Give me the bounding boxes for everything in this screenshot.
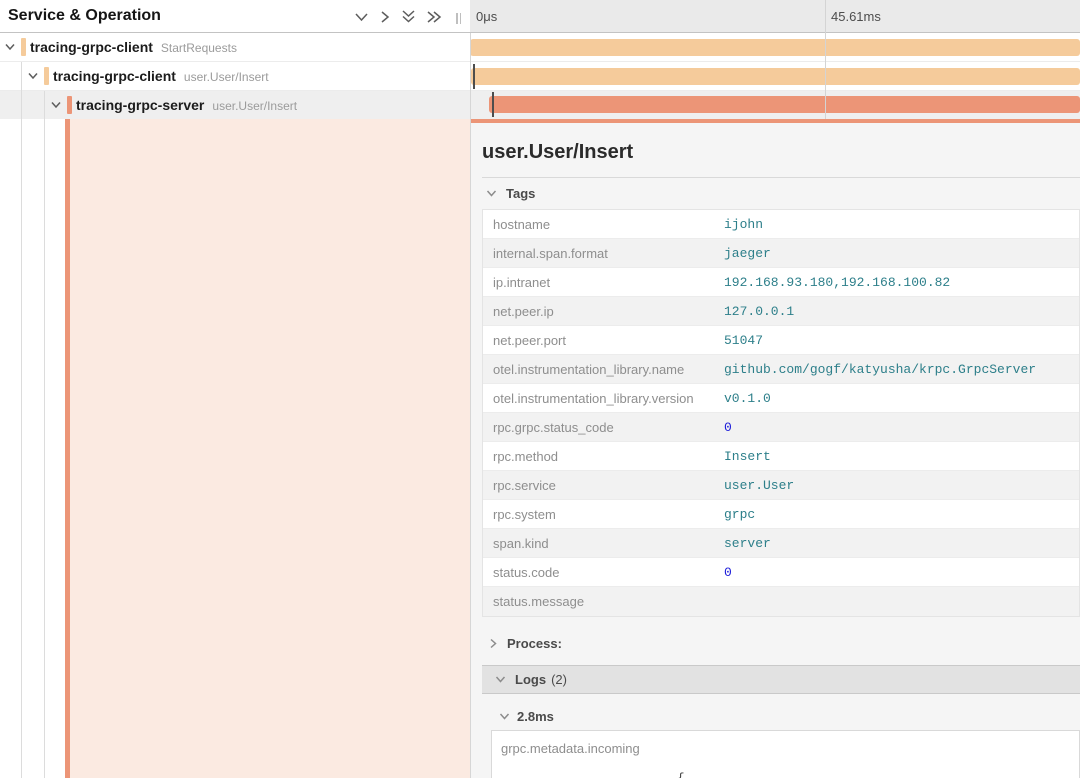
tag-key: span.kind <box>483 536 724 551</box>
chevron-down-icon[interactable] <box>27 71 39 81</box>
tag-key: otel.instrumentation_library.version <box>483 391 724 406</box>
tags-table: hostname ijohn internal.span.format jaeg… <box>482 209 1080 617</box>
log-field-json-value: { ":authority": ":8000", "baggage": "uid… <box>677 739 889 778</box>
tag-value: user.User <box>724 478 794 493</box>
span-detail-title: user.User/Insert <box>482 123 1080 178</box>
service-operation-title: Service & Operation <box>8 7 161 25</box>
span-operation-name: user.User/Insert <box>184 70 269 84</box>
span-row-tracing-grpc-server-insert[interactable]: tracing-grpc-serveruser.User/Insert <box>0 91 470 119</box>
tag-row: net.peer.ip 127.0.0.1 <box>483 297 1079 326</box>
chevron-down-icon <box>495 675 506 684</box>
tag-key: status.message <box>483 594 724 609</box>
span-detail-panel: user.User/Insert Tags hostname ijohn int… <box>470 123 1080 778</box>
panel-splitter[interactable] <box>470 0 471 778</box>
tag-value: 192.168.93.180,192.168.100.82 <box>724 275 950 290</box>
tag-value: 51047 <box>724 333 763 348</box>
chevron-right-icon <box>489 638 498 649</box>
log-field-key: grpc.metadata.incoming <box>501 739 677 778</box>
span-detail-left-gutter <box>0 119 470 778</box>
tag-value: server <box>724 536 771 551</box>
collapse-all-icon[interactable] <box>401 9 416 24</box>
span-color-chip <box>44 67 49 85</box>
span-start-marker <box>473 64 475 89</box>
span-service-name: tracing-grpc-serveruser.User/Insert <box>76 97 297 113</box>
logs-label: Logs <box>515 672 546 687</box>
tag-value: ijohn <box>724 217 763 232</box>
tag-row: hostname ijohn <box>483 210 1079 239</box>
tag-row: rpc.method Insert <box>483 442 1079 471</box>
service-operation-header: Service & Operation <box>0 0 470 33</box>
span-row-tracing-grpc-client-startrequests[interactable]: tracing-grpc-clientStartRequests <box>0 33 470 62</box>
log-field-row[interactable]: grpc.metadata.incoming { ":authority": "… <box>491 730 1080 778</box>
tag-row: span.kind server <box>483 529 1079 558</box>
ruler-tick-start: 0μs <box>476 9 497 24</box>
tag-key: net.peer.port <box>483 333 724 348</box>
tag-row: otel.instrumentation_library.name github… <box>483 355 1079 384</box>
span-bar-client-insert[interactable] <box>471 68 1080 85</box>
collapse-one-icon[interactable] <box>354 11 369 23</box>
tag-key: ip.intranet <box>483 275 724 290</box>
span-start-marker <box>492 92 494 117</box>
ruler-tick-mid: 45.61ms <box>831 9 881 24</box>
indent-guide <box>44 91 45 778</box>
tag-row: otel.instrumentation_library.version v0.… <box>483 384 1079 413</box>
tag-value: jaeger <box>724 246 771 261</box>
jaeger-trace-view: Service & Operation 0μs 45.61ms tracing-… <box>0 0 1080 778</box>
tag-key: rpc.grpc.status_code <box>483 420 724 435</box>
tag-row: status.code 0 <box>483 558 1079 587</box>
log-entry-time: 2.8ms <box>517 709 554 724</box>
splitter-drag-handle-icon[interactable] <box>456 13 464 24</box>
span-bar-startrequests[interactable] <box>470 39 1080 56</box>
tag-key: hostname <box>483 217 724 232</box>
tag-key: status.code <box>483 565 724 580</box>
span-operation-name: StartRequests <box>161 41 237 55</box>
tag-value: Insert <box>724 449 771 464</box>
span-detail-backdrop <box>70 119 470 778</box>
timeline-ruler[interactable]: 0μs 45.61ms <box>470 0 1080 33</box>
tag-row: rpc.service user.User <box>483 471 1079 500</box>
tag-key: internal.span.format <box>483 246 724 261</box>
tag-row: ip.intranet 192.168.93.180,192.168.100.8… <box>483 268 1079 297</box>
chevron-down-icon <box>499 712 510 721</box>
span-service-name: tracing-grpc-clientuser.User/Insert <box>53 68 269 84</box>
timeline-bars <box>470 33 1080 119</box>
tag-key: net.peer.ip <box>483 304 724 319</box>
process-label: Process: <box>507 636 562 651</box>
tag-value: 127.0.0.1 <box>724 304 794 319</box>
tags-accordion-header[interactable]: Tags <box>482 178 1080 209</box>
expand-one-icon[interactable] <box>379 10 391 24</box>
tag-row: internal.span.format jaeger <box>483 239 1079 268</box>
tag-key: rpc.system <box>483 507 724 522</box>
tag-row: rpc.system grpc <box>483 500 1079 529</box>
json-open-brace: { <box>677 771 889 778</box>
tag-key: otel.instrumentation_library.name <box>483 362 724 377</box>
expand-all-icon[interactable] <box>426 10 442 24</box>
span-color-chip <box>67 96 72 114</box>
indent-guide <box>21 62 22 778</box>
tag-value: github.com/gogf/katyusha/krpc.GrpcServer <box>724 362 1036 377</box>
tag-row: status.message <box>483 587 1079 616</box>
tag-value: v0.1.0 <box>724 391 771 406</box>
span-bar-server-insert[interactable] <box>489 96 1080 113</box>
tag-key: rpc.method <box>483 449 724 464</box>
process-accordion-header[interactable]: Process: <box>482 629 1080 657</box>
tag-value: 0 <box>724 565 732 580</box>
tag-row: net.peer.port 51047 <box>483 326 1079 355</box>
log-entry-header-2-8ms[interactable]: 2.8ms <box>482 702 1080 730</box>
chevron-down-icon <box>486 189 497 198</box>
logs-accordion-header[interactable]: Logs (2) <box>482 665 1080 694</box>
ruler-gridline <box>825 0 826 119</box>
chevron-down-icon[interactable] <box>4 42 16 52</box>
span-row-tracing-grpc-client-insert[interactable]: tracing-grpc-clientuser.User/Insert <box>0 62 470 91</box>
logs-count: (2) <box>551 672 567 687</box>
tag-row: rpc.grpc.status_code 0 <box>483 413 1079 442</box>
chevron-down-icon[interactable] <box>50 100 62 110</box>
span-operation-name: user.User/Insert <box>212 99 297 113</box>
span-service-name: tracing-grpc-clientStartRequests <box>30 39 237 55</box>
tag-value: grpc <box>724 507 755 522</box>
tag-key: rpc.service <box>483 478 724 493</box>
span-color-chip <box>21 38 26 56</box>
tag-value: 0 <box>724 420 732 435</box>
tags-label: Tags <box>506 186 535 201</box>
